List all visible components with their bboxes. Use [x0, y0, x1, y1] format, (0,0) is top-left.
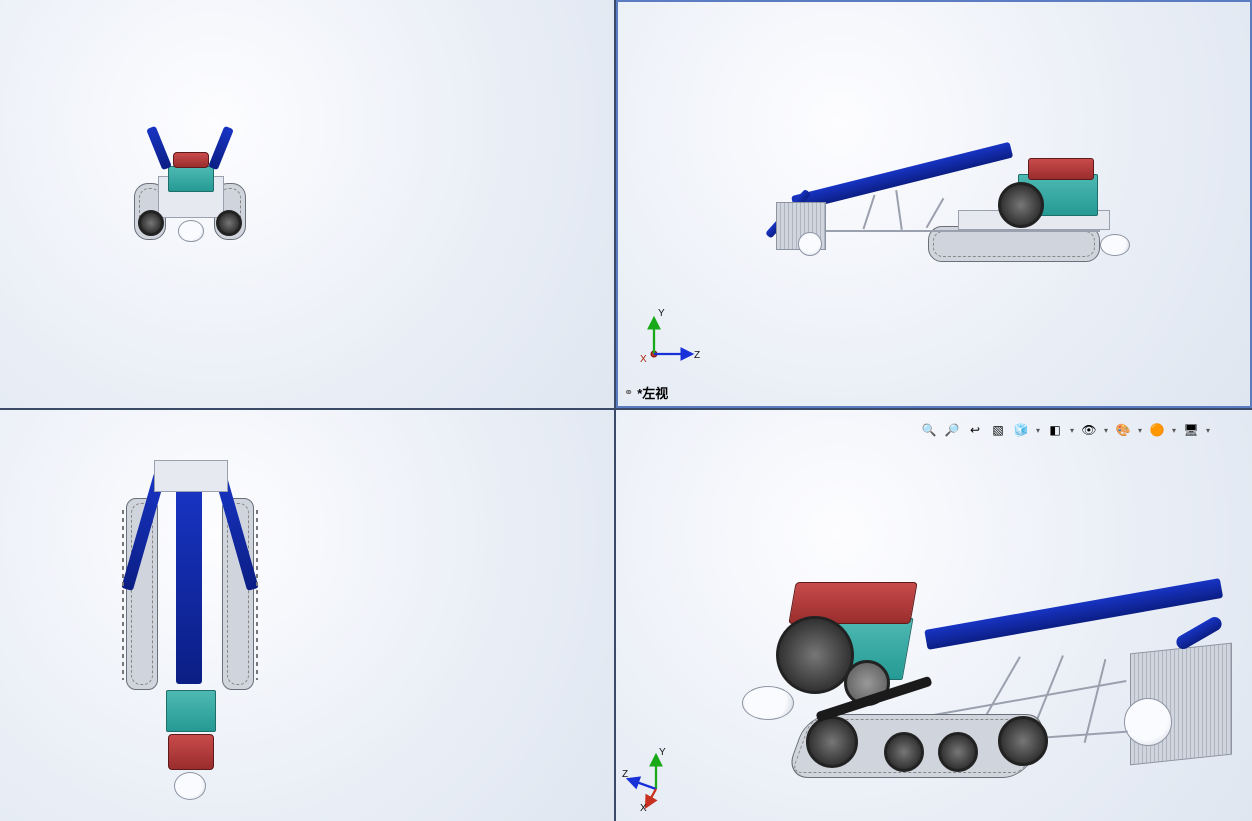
viewport-divider-vertical[interactable]: [614, 0, 616, 821]
model-left: [698, 122, 1148, 262]
svg-text:Y: Y: [659, 747, 666, 758]
previous-view-icon[interactable]: ↩: [965, 420, 985, 440]
viewport-front[interactable]: [0, 0, 614, 408]
viewport-label-text: *左视: [637, 383, 668, 402]
display-style-icon[interactable]: ◧: [1045, 420, 1065, 440]
svg-text:Z: Z: [622, 769, 628, 780]
apply-scene-dropdown[interactable]: ▾: [1170, 420, 1178, 440]
axis-label-y: Y: [658, 308, 665, 319]
view-orientation-dropdown[interactable]: ▾: [1034, 420, 1042, 440]
model-top: [120, 440, 260, 800]
link-icon: ⚭: [624, 386, 633, 399]
zoom-to-fit-icon[interactable]: 🔍: [919, 420, 939, 440]
hide-show-dropdown[interactable]: ▾: [1102, 420, 1110, 440]
viewport-isometric[interactable]: 🔍🔎↩▧🧊▾◧▾👁▾🎨▾🟠▾🖥▾: [616, 410, 1252, 821]
viewport-left[interactable]: Y Z X ⚭ *左视: [616, 0, 1252, 408]
view-orientation-icon[interactable]: 🧊: [1011, 420, 1031, 440]
hide-show-icon[interactable]: 👁: [1079, 420, 1099, 440]
svg-text:X: X: [640, 803, 647, 813]
cad-multiview-workspace: Y Z X ⚭ *左视: [0, 0, 1252, 821]
viewport-triad-left: Y Z X: [636, 302, 706, 372]
viewport-top[interactable]: [0, 410, 614, 821]
edit-appearance-icon[interactable]: 🎨: [1113, 420, 1133, 440]
zoom-area-icon[interactable]: 🔎: [942, 420, 962, 440]
viewport-divider-horizontal[interactable]: [0, 408, 1252, 410]
viewport-label-left: ⚭ *左视: [624, 383, 668, 402]
heads-up-view-toolbar: 🔍🔎↩▧🧊▾◧▾👁▾🎨▾🟠▾🖥▾: [919, 420, 1212, 440]
view-settings-dropdown[interactable]: ▾: [1204, 420, 1212, 440]
apply-scene-icon[interactable]: 🟠: [1147, 420, 1167, 440]
section-view-icon[interactable]: ▧: [988, 420, 1008, 440]
model-front: [130, 110, 250, 240]
model-isometric: [676, 530, 1236, 790]
viewport-triad-iso: Y Z X: [622, 743, 698, 813]
axis-label-x: X: [640, 354, 647, 365]
view-settings-icon[interactable]: 🖥: [1181, 420, 1201, 440]
edit-appearance-dropdown[interactable]: ▾: [1136, 420, 1144, 440]
axis-label-z: Z: [694, 350, 700, 361]
display-style-dropdown[interactable]: ▾: [1068, 420, 1076, 440]
